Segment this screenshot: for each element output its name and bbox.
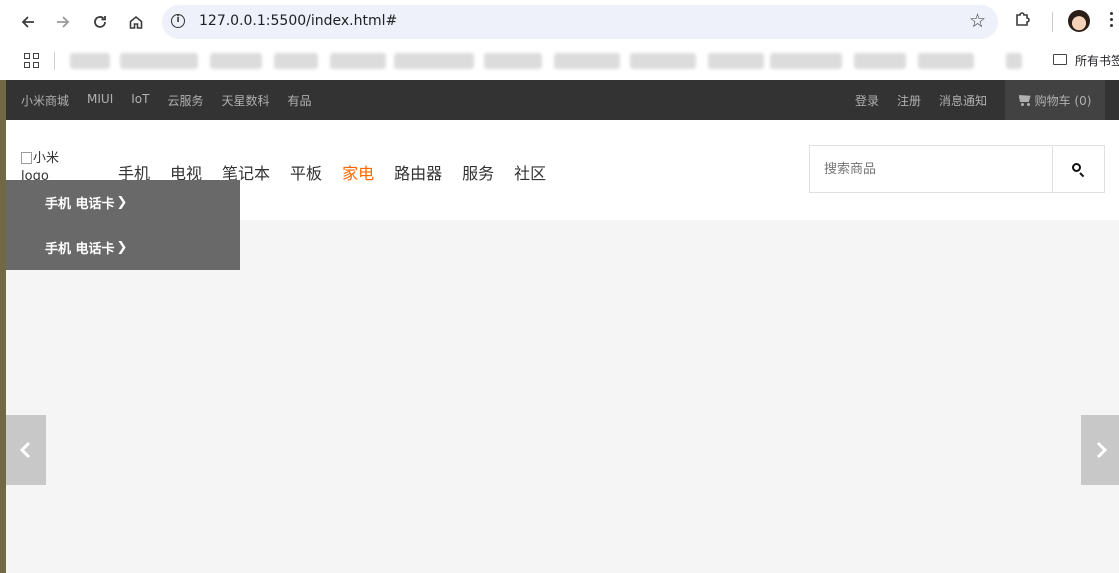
login-link[interactable]: 登录: [855, 92, 879, 109]
bookmark-item-blurred[interactable]: [854, 53, 906, 69]
topbar-left-links: 小米商城 MIUI IoT 云服务 天星数科 有品: [21, 92, 330, 109]
chevron-right-icon: [1096, 441, 1108, 459]
bookmark-item-blurred[interactable]: [330, 53, 386, 69]
bookmark-item-blurred[interactable]: [918, 53, 974, 69]
extensions-icon[interactable]: [1014, 9, 1038, 33]
forward-arrow-icon[interactable]: [49, 8, 77, 36]
register-link[interactable]: 注册: [897, 92, 921, 109]
cart-icon: [1018, 95, 1031, 106]
topbar-link[interactable]: MIUI: [87, 92, 113, 109]
chevron-left-icon: [19, 441, 31, 459]
search-icon: [1072, 162, 1085, 177]
more-menu-icon[interactable]: [1110, 12, 1114, 30]
nav-item-tablet[interactable]: 平板: [290, 160, 322, 184]
topbar-link[interactable]: 天星数科: [221, 92, 269, 109]
bookmarks-bar: 所有书签: [0, 44, 1119, 80]
profile-avatar[interactable]: [1068, 10, 1090, 32]
dropdown-item-label: 手机 电话卡: [45, 197, 115, 212]
bookmark-item-blurred[interactable]: [484, 53, 542, 69]
all-bookmarks-label[interactable]: 所有书签: [1075, 52, 1119, 69]
toolbar-divider: [1052, 12, 1053, 32]
bookmark-item-blurred[interactable]: [120, 53, 198, 69]
topbar-link[interactable]: 有品: [287, 92, 311, 109]
topbar-link[interactable]: 云服务: [167, 92, 203, 109]
chevron-right-icon: ❯: [116, 240, 128, 255]
nav-item-router[interactable]: 路由器: [394, 160, 442, 184]
broken-image-icon: [21, 152, 32, 164]
site-info-icon[interactable]: i: [171, 14, 185, 28]
chevron-right-icon: ❯: [116, 195, 128, 210]
topbar-right-links: 登录 注册 消息通知: [837, 92, 987, 109]
home-icon[interactable]: [122, 8, 150, 36]
bookmark-item-blurred[interactable]: [394, 53, 474, 69]
cart-button[interactable]: 购物车 (0): [1005, 80, 1105, 120]
bookmark-item-blurred[interactable]: [70, 53, 110, 69]
bookmark-item-blurred[interactable]: [554, 53, 620, 69]
nav-item-appliances[interactable]: 家电: [342, 160, 374, 184]
slider-next-button[interactable]: [1081, 415, 1119, 485]
slider-prev-button[interactable]: [6, 415, 46, 485]
browser-toolbar: i 127.0.0.1:5500/index.html# ☆: [0, 0, 1119, 44]
topbar-link[interactable]: IoT: [131, 92, 149, 109]
dropdown-item[interactable]: 手机 电话卡 ❯: [6, 180, 240, 225]
category-dropdown: 手机 电话卡 ❯ 手机 电话卡 ❯: [6, 180, 240, 270]
site-topbar: 小米商城 MIUI IoT 云服务 天星数科 有品 登录 注册 消息通知 购物车…: [6, 80, 1119, 120]
web-page: 小米商城 MIUI IoT 云服务 天星数科 有品 登录 注册 消息通知 购物车…: [0, 80, 1119, 573]
bookmark-item-blurred[interactable]: [274, 53, 318, 69]
search-input[interactable]: [810, 146, 1054, 192]
bookmark-item-blurred[interactable]: [630, 53, 696, 69]
cart-label: 购物车 (0): [1034, 93, 1092, 108]
url-text[interactable]: 127.0.0.1:5500/index.html#: [199, 13, 397, 29]
nav-item-community[interactable]: 社区: [514, 160, 546, 184]
bookmarks-separator: [54, 52, 55, 70]
dropdown-item-label: 手机 电话卡: [45, 242, 115, 257]
notifications-link[interactable]: 消息通知: [939, 92, 987, 109]
bookmark-item-blurred[interactable]: [1006, 53, 1022, 69]
search-button[interactable]: [1052, 146, 1104, 192]
dropdown-item[interactable]: 手机 电话卡 ❯: [6, 225, 240, 270]
bookmark-star-icon[interactable]: ☆: [969, 10, 986, 32]
bookmark-item-blurred[interactable]: [708, 53, 764, 69]
topbar-link[interactable]: 小米商城: [21, 92, 69, 109]
bookmark-item-blurred[interactable]: [210, 53, 262, 69]
bookmark-item-blurred[interactable]: [770, 53, 842, 69]
folder-icon[interactable]: [1053, 54, 1067, 65]
reload-icon[interactable]: [86, 8, 114, 36]
back-arrow-icon[interactable]: [14, 8, 42, 36]
address-bar[interactable]: i 127.0.0.1:5500/index.html# ☆: [162, 5, 998, 39]
search-box: [809, 145, 1105, 193]
apps-grid-icon[interactable]: [24, 53, 40, 69]
nav-item-service[interactable]: 服务: [462, 160, 494, 184]
